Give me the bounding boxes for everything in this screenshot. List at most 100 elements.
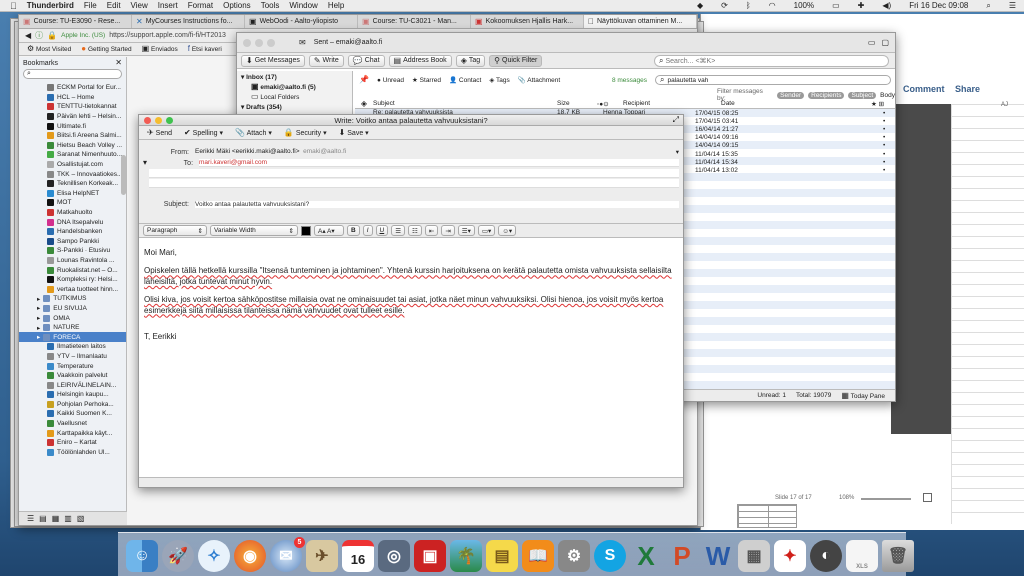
recipient-field-empty[interactable] (149, 169, 679, 178)
menu-help[interactable]: Help (328, 1, 344, 10)
menu-file[interactable]: File (84, 1, 97, 10)
today-pane-toggle[interactable]: ▦ Today Pane (841, 391, 885, 400)
spelling-button[interactable]: ✔ Spelling ▾ (184, 128, 223, 137)
back-icon[interactable]: ◀ (25, 31, 31, 40)
bookmark-item[interactable]: LEIRIVÄLINELAIN... (19, 380, 126, 390)
bookmark-getting-started[interactable]: ● Getting Started (81, 45, 131, 54)
write-button[interactable]: ✎ Write (308, 54, 344, 67)
font-size-buttons[interactable]: A▴ A▾ (314, 225, 344, 236)
system-preferences-icon[interactable]: ⚙ (558, 540, 590, 572)
bookmark-item[interactable]: Helsingin kaupu... (19, 390, 126, 400)
minimize-window-button[interactable] (255, 38, 263, 47)
bookmark-item[interactable]: Ilmatieteen laitos (19, 342, 126, 352)
fullscreen-icon[interactable]: ⤢ (673, 116, 679, 124)
underline-button[interactable]: U (375, 225, 389, 236)
comment-button[interactable]: Comment (903, 84, 945, 94)
italic-button[interactable]: I (362, 225, 373, 236)
bluetooth-icon[interactable]: ᛒ (746, 1, 751, 10)
apple-icon[interactable]:  (10, 1, 17, 11)
powerpoint-icon[interactable]: P (666, 540, 698, 572)
filter-attachment[interactable]: 📎 Attachment (518, 76, 560, 84)
bookmark-item[interactable]: Osallistujat.com (19, 160, 126, 170)
bookmark-item[interactable]: Handelsbanken (19, 227, 126, 237)
to-field[interactable]: mari.kaveri@gmail.com (199, 159, 679, 167)
security-button[interactable]: 🔒 Security ▾ (284, 128, 327, 137)
thunderbird-icon[interactable]: ✉ 5 (270, 537, 305, 572)
view-icon[interactable]: ▥ (64, 514, 72, 523)
folder-local[interactable]: ▭ Local Folders (241, 93, 348, 103)
tab-2[interactable]: ▣ WebOodi - Aalto-yliopisto (245, 15, 358, 28)
font-select[interactable]: Variable Width ⇕ (210, 225, 298, 236)
numbered-list-button[interactable]: ☷ (408, 225, 422, 236)
view-icon[interactable]: ▤ (39, 514, 47, 523)
bookmark-item[interactable]: S-Pankki · Etusivu (19, 246, 126, 256)
bookmark-search-input[interactable]: ⌕ (23, 69, 122, 79)
bookmark-item[interactable]: Matkahuolto (19, 208, 126, 218)
address-book-button[interactable]: ▤ Address Book (388, 54, 452, 67)
search-icon[interactable]: ⌕ (986, 1, 990, 10)
notifications-icon[interactable]: ☰ (1009, 1, 1016, 10)
app-menu[interactable]: Thunderbird (27, 1, 74, 10)
photo-icon[interactable]: ◎ (378, 540, 410, 572)
bookmark-item[interactable]: Pohjolan Perhoka... (19, 400, 126, 410)
bookmark-item[interactable]: Elisa HelpNET (19, 189, 126, 199)
attach-button[interactable]: 📎 Attach ▾ (235, 128, 272, 137)
view-icon[interactable]: ▧ (77, 514, 85, 523)
bookmark-item[interactable]: Töölönlahden Ul... (19, 448, 126, 458)
firefox-icon[interactable]: ◉ (234, 540, 266, 572)
message-body[interactable]: Moi Mari, Opiskelen tällä hetkellä kurss… (139, 238, 683, 462)
bookmark-item[interactable]: Teknillisen Korkeak... (19, 179, 126, 189)
subject-field[interactable]: Voitko antaa palautetta vahvuuksistani? (195, 201, 679, 208)
share-button[interactable]: Share (955, 84, 980, 94)
bookmark-item[interactable]: Kompleksi ry: Helsi... (19, 275, 126, 285)
align-button[interactable]: ☰▾ (457, 225, 475, 236)
thread-icon[interactable]: ◈ (355, 99, 373, 108)
menu-format[interactable]: Format (188, 1, 213, 10)
tab-4[interactable]: ▣ Kokoomuksen Hjallis Hark... (471, 15, 584, 28)
info-icon[interactable]: ⓘ (35, 31, 43, 40)
filter-starred[interactable]: ★ Starred (412, 76, 441, 84)
filter-contact[interactable]: 👤 Contact (449, 76, 481, 84)
disclosure-icon[interactable]: ▸ (37, 295, 40, 303)
word-icon[interactable]: W (702, 540, 734, 572)
close-window-button[interactable] (243, 38, 251, 47)
star-icon[interactable]: • (883, 159, 885, 166)
tab-list-icon[interactable]: ▭ (868, 38, 876, 47)
bookmark-item[interactable]: Sampo Pankki (19, 237, 126, 247)
calculator-icon[interactable]: ▦ (738, 540, 770, 572)
bookmark-item[interactable]: Ruokalistat.net – O... (19, 265, 126, 275)
bookmark-item[interactable]: ▸ TUTKIMUS (19, 294, 126, 304)
bookmark-item[interactable]: Lounas Ravintola ... (19, 256, 126, 266)
fit-icon[interactable] (923, 493, 932, 502)
menu-edit[interactable]: Edit (107, 1, 121, 10)
outdent-button[interactable]: ⇤ (424, 225, 439, 236)
zoom-slider[interactable] (861, 498, 911, 500)
bookmark-item[interactable]: Karttapaikka käyt... (19, 428, 126, 438)
disclosure-icon[interactable]: ▸ (37, 304, 40, 312)
disclosure-icon[interactable]: ▸ (37, 324, 40, 332)
bookmark-item[interactable]: Eniro – Kartat (19, 438, 126, 448)
send-button[interactable]: ✈ Send (147, 128, 172, 137)
sync-icon[interactable]: ⟳ (721, 1, 728, 10)
bookmark-item[interactable]: Kaikki Suomen K... (19, 409, 126, 419)
url-field[interactable]: https://support.apple.com/fi-fi/HT2013 (109, 32, 226, 39)
bookmark-item[interactable]: vertaa tuotteet hinn... (19, 284, 126, 294)
bookmark-item[interactable]: ▸ EU SIVUJA (19, 304, 126, 314)
tab-3[interactable]: ▣ Course: TU-C3021 - Man... (358, 15, 471, 28)
mail-tab-title[interactable]: Sent – emaki@aalto.fi (314, 39, 383, 46)
filter-text-input[interactable]: ⌕ palautetta vah (655, 75, 891, 85)
bookmark-item[interactable]: Temperature (19, 361, 126, 371)
filter-subject[interactable]: Subject (848, 91, 877, 99)
star-icon[interactable]: • (883, 110, 885, 117)
filter-recipients[interactable]: Recipients (808, 91, 845, 99)
list-icon[interactable]: ☰ (27, 514, 34, 523)
bookmark-item[interactable]: Hietsu Beach Volley ... (19, 141, 126, 151)
quick-filter-button[interactable]: ⚲ Quick Filter (489, 54, 543, 67)
dropdown-icon[interactable]: ▾ (143, 159, 147, 167)
photo-booth-icon[interactable]: ▣ (414, 540, 446, 572)
bookmark-item[interactable]: YTV – Ilmanlaatu (19, 352, 126, 362)
calendar-icon[interactable]: 16 (342, 540, 374, 572)
menu-tools[interactable]: Tools (261, 1, 280, 10)
view-icon[interactable]: ▦ (52, 514, 60, 523)
filter-tags[interactable]: ◈ Tags (489, 76, 509, 84)
